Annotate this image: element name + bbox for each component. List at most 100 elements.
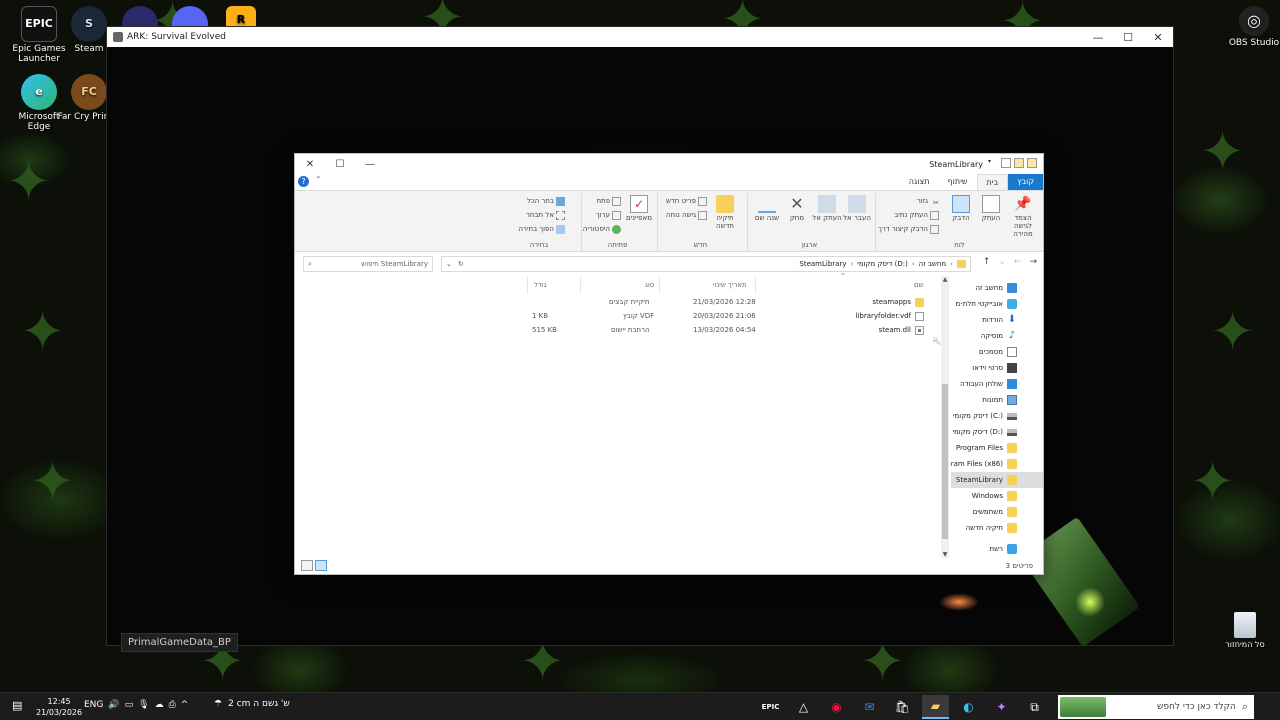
ark-taskbar-icon[interactable]: △	[790, 695, 817, 719]
explorer-title-bar[interactable]: ✕ ☐ — SteamLibrary ▾	[295, 154, 1043, 174]
nav-item-desktop[interactable]: שולחן העבודה	[951, 376, 1043, 392]
desktop-icon-obs-studio[interactable]: ◎ OBS Studio	[1222, 6, 1280, 48]
copy-button[interactable]: העתק	[976, 195, 1006, 222]
nav-item-local-disk-d[interactable]: דיסק מקומי (D:)	[951, 424, 1043, 440]
nav-item-music[interactable]: מוסיקה ♪	[951, 328, 1043, 344]
open-button[interactable]: פתח	[596, 195, 621, 207]
nav-item-network[interactable]: רשת	[951, 541, 1043, 557]
help-icon[interactable]: ?	[298, 176, 309, 187]
path-input[interactable]: ⌄ ↻ SteamLibrary ‹ דיסק מקומי (D:) ‹ מחש…	[441, 256, 971, 272]
cut-button[interactable]: גזור ✂	[917, 195, 939, 207]
move-to-button[interactable]: העבר אל	[842, 195, 872, 222]
nav-item-steamlibrary[interactable]: SteamLibrary	[951, 472, 1043, 488]
chevron-up-icon[interactable]: ⌃	[315, 175, 322, 184]
notifications-icon[interactable]: ▤	[12, 699, 22, 712]
file-explorer-taskbar-icon[interactable]: ▰	[922, 695, 949, 719]
forward-arrow-icon[interactable]: ←	[1014, 257, 1022, 267]
nav-pane-scrollbar[interactable]: ▲ ▼	[941, 276, 949, 558]
details-view-icon[interactable]	[315, 560, 327, 571]
up-arrow-icon[interactable]: ↑	[983, 257, 991, 267]
task-view-icon[interactable]: ⧉	[1021, 695, 1048, 719]
volume-icon[interactable]: 🔊	[108, 700, 119, 710]
pin-quick-access-button[interactable]: 📌 הצמד לגישה מהירה	[1008, 195, 1038, 238]
nav-item-downloads[interactable]: הורדות ⬇	[951, 312, 1043, 328]
chevron-down-icon[interactable]: ▾	[988, 158, 998, 168]
maximize-button[interactable]: ☐	[325, 159, 355, 170]
properties-button[interactable]: ✓ מאפיינים	[624, 195, 654, 222]
copilot-taskbar-icon[interactable]: ✦	[988, 695, 1015, 719]
breadcrumb-item[interactable]: דיסק מקומי (D:)	[857, 260, 908, 268]
easy-access-button[interactable]: גישה נוחה	[666, 209, 707, 221]
large-icons-view-icon[interactable]	[301, 560, 313, 571]
microphone-icon[interactable]: 🎙	[138, 700, 149, 710]
obs-taskbar-icon[interactable]: ◉	[823, 695, 850, 719]
tab-file[interactable]: קובץ	[1008, 174, 1043, 190]
ark-title-bar[interactable]: ARK: Survival Evolved — ☐ ✕	[107, 27, 1173, 47]
scroll-thumb[interactable]	[942, 384, 948, 539]
navigation-pane[interactable]: מחשב זה אובייקטי תלת-מ הורדות ⬇ מוסיקה ♪ מ…	[951, 276, 1043, 558]
close-button[interactable]: ✕	[1143, 31, 1173, 44]
properties-quick-icon[interactable]	[1001, 158, 1011, 168]
file-list[interactable]: גודל סוג תאריך שינוי שם ⌃ תיקיית קבצים 2…	[295, 272, 940, 558]
rename-button[interactable]: שנה שם	[752, 195, 782, 222]
nav-item-windows[interactable]: Windows	[951, 488, 1043, 504]
chevron-down-icon[interactable]: ⌄	[446, 260, 452, 268]
history-button[interactable]: היסטוריה	[583, 223, 621, 235]
monitor-icon[interactable]: ▭	[125, 700, 134, 710]
nav-item-local-disk-c[interactable]: דיסק מקומי (C:)	[951, 408, 1043, 424]
edge-taskbar-icon[interactable]: ◐	[955, 695, 982, 719]
column-name[interactable]: שם	[914, 281, 924, 289]
chevron-left-icon[interactable]: ‹	[850, 260, 853, 268]
start-button[interactable]	[1256, 695, 1280, 719]
printer-icon[interactable]: ⎙	[169, 700, 176, 710]
paste-button[interactable]: הדבק	[946, 195, 976, 222]
nav-item-new-folder[interactable]: תיקיה חדשה	[951, 520, 1043, 536]
taskbar-search-input[interactable]: הקלד כאן כדי לחפש ⌕	[1058, 695, 1254, 719]
select-none-button[interactable]: אל תבחר	[526, 209, 565, 221]
language-indicator[interactable]: ENG	[84, 700, 103, 710]
column-divider[interactable]	[755, 276, 756, 294]
new-folder-quick-icon[interactable]	[1014, 158, 1024, 168]
minimize-button[interactable]: —	[1083, 31, 1113, 44]
nav-item-pictures[interactable]: תמונות	[951, 392, 1043, 408]
chevron-left-icon[interactable]: ‹	[950, 260, 953, 268]
nav-item-program-files[interactable]: Program Files	[951, 440, 1043, 456]
delete-button[interactable]: ✕ מחק	[782, 195, 812, 223]
paste-shortcut-button[interactable]: הדבק קיצור דרך	[878, 223, 939, 235]
nav-item-users[interactable]: משתמשים	[951, 504, 1043, 520]
back-arrow-icon[interactable]: →	[1029, 257, 1037, 267]
column-type[interactable]: סוג	[645, 281, 654, 289]
refresh-icon[interactable]: ↻	[458, 260, 464, 268]
table-row[interactable]: תיקיית קבצים 21/03/2026 12:28 steamapps	[295, 296, 940, 310]
new-folder-button[interactable]: תיקיה חדשה	[710, 195, 740, 230]
column-divider[interactable]	[527, 276, 528, 294]
column-size[interactable]: גודל	[534, 281, 547, 289]
nav-item-program-files-x86[interactable]: ram Files (x86)	[951, 456, 1043, 472]
cloud-icon[interactable]: ☁	[155, 700, 164, 710]
table-row[interactable]: 1 KB קובץ VDF 20/03/2026 21:06 libraryfo…	[295, 310, 940, 324]
weather-widget[interactable]: ☂ 2 cm ש' גשם ה	[214, 699, 290, 709]
store-taskbar-icon[interactable]: 🛍	[889, 695, 916, 719]
maximize-button[interactable]: ☐	[1113, 31, 1143, 44]
nav-item-3d-objects[interactable]: אובייקטי תלת-מ	[951, 296, 1043, 312]
scroll-up-icon[interactable]: ▲	[941, 276, 949, 283]
scroll-down-icon[interactable]: ▼	[941, 551, 949, 558]
desktop-icon-recycle-bin[interactable]: סל המיחזור	[1220, 612, 1270, 649]
close-button[interactable]: ✕	[295, 159, 325, 170]
file-explorer-window[interactable]: ✕ ☐ — SteamLibrary ▾ ? ⌃ תצוגה שיתוף בית…	[294, 153, 1044, 575]
nav-item-videos[interactable]: סרטי וידאו	[951, 360, 1043, 376]
epic-games-taskbar-icon[interactable]: EPIC	[757, 695, 784, 719]
select-all-button[interactable]: בחר הכל	[527, 195, 565, 207]
chevron-up-icon[interactable]: ^	[181, 700, 189, 710]
mail-taskbar-icon[interactable]: ✉	[856, 695, 883, 719]
search-input[interactable]: ⌕ חיפוש SteamLibrary	[303, 256, 433, 272]
tab-share[interactable]: שיתוף	[939, 174, 977, 190]
chevron-left-icon[interactable]: ‹	[912, 260, 915, 268]
breadcrumb-item[interactable]: מחשב זה	[919, 260, 947, 268]
nav-item-this-pc[interactable]: מחשב זה	[951, 280, 1043, 296]
copy-path-button[interactable]: העתק נתיב	[894, 209, 939, 221]
tab-home[interactable]: בית	[976, 174, 1009, 190]
column-divider[interactable]	[659, 276, 660, 294]
copy-to-button[interactable]: העתק אל	[812, 195, 842, 222]
edit-button[interactable]: ערוך	[596, 209, 621, 221]
